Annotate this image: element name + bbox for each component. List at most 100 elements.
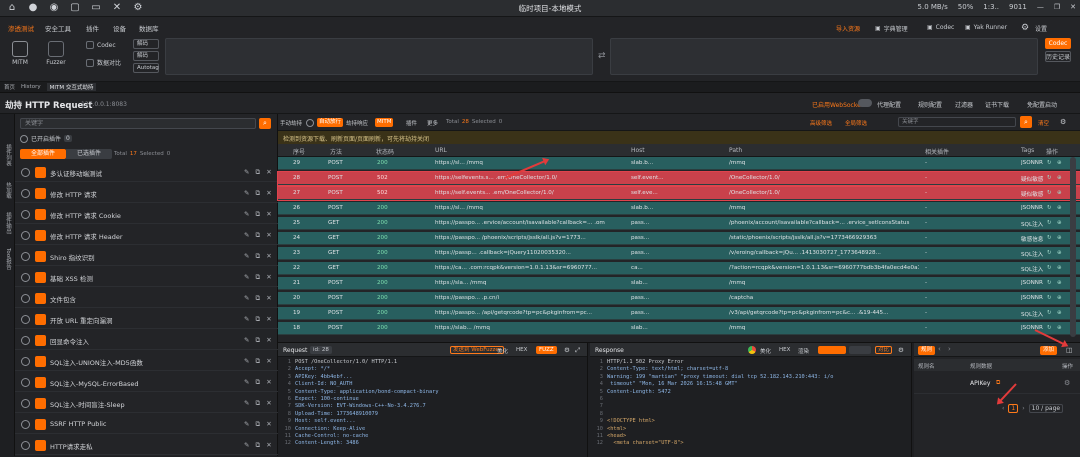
rule-settings-icon[interactable]: ⚙ [1064,379,1070,387]
plugin-toggle[interactable] [21,357,30,366]
mitm-button[interactable]: MITM [8,41,32,66]
plugin-actions-icon[interactable]: ✎ ⧉ ✕ [244,294,274,303]
plugin-item[interactable]: 修改 HTTP 请求 ✎ ⧉ ✕ [15,184,278,203]
manual-hijack-label[interactable]: 手动劫持 [280,119,302,127]
plugin-actions-icon[interactable]: ✎ ⧉ ✕ [244,168,274,177]
render-button[interactable]: 渲染 [798,347,809,355]
row-action-icon[interactable]: ↻ [1047,295,1052,301]
plugin-toggle[interactable] [21,441,30,450]
column-header[interactable]: 状态码 [376,147,394,156]
plugin-toggle[interactable] [21,336,30,345]
plugin-item[interactable]: SSRF HTTP Public ✎ ⧉ ✕ [15,415,278,434]
dict-manage-button[interactable]: ▣ 字典管理 [875,24,908,33]
plugin-tag-button[interactable]: 插件 [406,119,417,127]
row-action-icon[interactable]: ↻ [1047,310,1052,316]
plugin-actions-icon[interactable]: ✎ ⧉ ✕ [244,189,274,198]
sidebar-tab-hotload[interactable]: 热加载 [3,182,12,199]
table-row[interactable]: 22 GET 200 https://ca... .com:rcqpk&version… [278,262,1080,275]
add-rule-button[interactable]: 添加 [1040,346,1058,355]
response-mode-button[interactable] [818,346,846,354]
plugin-toggle[interactable] [21,189,30,198]
fuzz-button[interactable]: FUZZ [536,346,557,354]
plugin-actions-icon[interactable]: ✎ ⧉ ✕ [244,336,274,345]
more-button[interactable]: 更多 [427,119,438,127]
ribbon-tab-device[interactable]: 设备 [113,23,126,33]
enabled-plugins-button[interactable]: 已选插件 [66,149,112,159]
compare-button[interactable]: 数据对比 [86,58,121,67]
plugin-item[interactable]: SQL注入-时间盲注-Sleep ✎ ⧉ ✕ [15,394,278,413]
table-row[interactable]: 29 POST 200 https://sl... /mmq slab.b.../mmq… [278,157,1080,170]
tab-history[interactable]: History [21,84,41,90]
plugin-toggle[interactable] [21,210,30,219]
plugin-actions-icon[interactable]: ✎ ⧉ ✕ [244,357,274,366]
rules-title-button[interactable]: 规则 [918,346,936,355]
request-beautify-button[interactable]: 美化 [497,347,508,355]
row-add-icon[interactable]: ⊕ [1057,265,1062,271]
maximize-icon[interactable]: ❐ [1054,3,1060,11]
table-row[interactable]: 18 POST 200 https://slab... /mmq slab... /mmq… [278,322,1080,335]
plugin-actions-icon[interactable]: ✎ ⧉ ✕ [244,441,274,450]
tab-home[interactable]: 首页 [4,83,15,91]
tab-mitm[interactable]: MITM 交互式劫持 [46,83,97,91]
plugin-actions-icon[interactable]: ✎ ⧉ ✕ [244,315,274,324]
row-action-icon[interactable]: ↻ [1047,220,1052,226]
global-filter-button[interactable]: 全局筛选 [845,119,867,127]
table-row[interactable]: 23 GET 200 https://passp... .callback=jQuer… [278,247,1080,260]
request-settings-icon[interactable]: ⚙ [564,346,570,354]
table-row[interactable]: 19 POST 200 https://passpo... /api/getqrcod… [278,307,1080,320]
plugin-search-button[interactable]: ⌕ [259,118,271,129]
plugin-toggle[interactable] [21,399,30,408]
plugin-item[interactable]: 文件包含 ✎ ⧉ ✕ [15,289,278,308]
row-action-icon[interactable]: ↻ [1047,205,1052,211]
plugin-item[interactable]: 修改 HTTP 请求 Header ✎ ⧉ ✕ [15,226,278,245]
current-page[interactable]: 1 [1008,404,1019,413]
ribbon-tab-plugins[interactable]: 插件 [86,23,99,33]
table-row[interactable]: 25 GET 200 https://passpo... .ervice/accoun… [278,217,1080,230]
table-row[interactable]: 26 POST 200 https://sl... /mmq slab.b... /mmq… [278,202,1080,215]
plugin-toggle[interactable] [21,231,30,240]
ribbon-tab-pentest[interactable]: 渗透测试 [8,23,34,33]
autotag-dropdown[interactable]: Autotag [133,63,159,73]
plugin-actions-icon[interactable]: ✎ ⧉ ✕ [244,273,274,282]
column-header[interactable]: Host [631,147,645,154]
plugin-toggle[interactable] [21,315,30,324]
column-header[interactable]: 方法 [330,147,342,156]
home-icon[interactable]: ⌂ [6,2,18,14]
column-header[interactable]: Path [729,147,742,154]
plugin-actions-icon[interactable]: ✎ ⧉ ✕ [244,420,274,429]
plugin-installed-tab[interactable]: 已开启插件 0 [20,134,72,143]
row-action-icon[interactable]: ↻ [1047,265,1052,271]
proxy-config-button[interactable]: 代理配置 [877,100,901,109]
response-beautify-button[interactable]: 美化 [760,347,771,355]
plugin-toggle[interactable] [21,252,30,261]
plugin-actions-icon[interactable]: ✎ ⧉ ✕ [244,399,274,408]
sidebar-tab-report[interactable]: Tool报告 [3,248,12,270]
mitm-tag-button[interactable]: MITM [375,118,394,127]
plugin-item[interactable]: 开放 URL 重定向漏洞 ✎ ⧉ ✕ [15,310,278,329]
row-action-icon[interactable]: ↻ [1047,190,1052,196]
code-icon[interactable]: ▢ [69,2,81,14]
settings-icon[interactable]: ⚙ [1060,118,1066,126]
terminal-icon[interactable]: ▭ [90,2,102,14]
row-add-icon[interactable]: ⊕ [1057,220,1062,226]
ribbon-tab-tools[interactable]: 安全工具 [45,23,71,33]
response-hex-button[interactable]: HEX [779,347,790,353]
column-header[interactable]: 序号 [293,147,305,156]
arrow-left-icon[interactable]: ‹ [938,345,941,353]
globe-icon[interactable]: ◉ [48,2,60,14]
clear-button[interactable]: 清空 [1038,119,1049,127]
plugin-toggle[interactable] [21,168,30,177]
hijack-response-button[interactable]: 劫持响应 [346,119,368,127]
plugin-actions-icon[interactable]: ✎ ⧉ ✕ [244,231,274,240]
rule-config-button[interactable]: 规则配置 [918,100,942,109]
table-row[interactable]: 24 GET 200 https://passpo... /phoenix/scrip… [278,232,1080,245]
prev-page-icon[interactable]: ‹ [1002,405,1004,412]
cert-download-button[interactable]: 证书下载 [985,100,1009,109]
row-add-icon[interactable]: ⊕ [1057,205,1062,211]
history-button[interactable]: 历史记录 [1045,51,1071,62]
plugin-search-input[interactable]: 关键字 [20,118,256,129]
response-editor[interactable]: HTTP/1.1 502 Proxy Error Content-Type: te… [607,359,833,448]
row-action-icon[interactable]: ↻ [1047,280,1052,286]
codec-mode-dropdown[interactable]: 解码 [133,39,159,49]
close-icon[interactable]: ✕ [1070,3,1076,11]
